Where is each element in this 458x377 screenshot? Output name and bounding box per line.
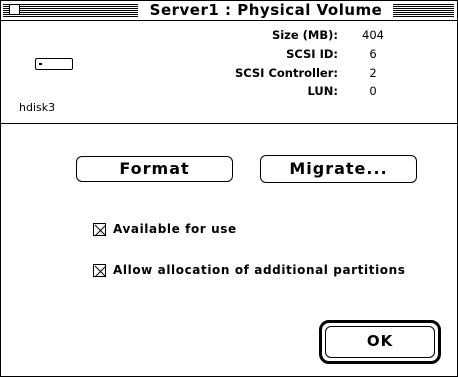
available-for-use-checkbox[interactable]	[93, 223, 107, 237]
check-x-icon	[94, 224, 107, 237]
ok-button[interactable]: OK	[325, 326, 435, 358]
title-bar-stripes-left	[3, 4, 138, 17]
close-box-icon[interactable]	[9, 4, 20, 15]
allow-allocation-label: Allow allocation of additional partition…	[113, 263, 406, 277]
available-for-use-label: Available for use	[113, 222, 237, 236]
format-button[interactable]: Format	[76, 156, 233, 182]
size-value: 404	[362, 28, 384, 42]
scsi-id-value: 6	[369, 47, 377, 61]
scsi-controller-value: 2	[369, 66, 377, 80]
check-x-icon	[94, 265, 107, 278]
disk-led	[39, 63, 42, 65]
hard-disk-icon	[35, 58, 73, 70]
window-title: Server1 : Physical Volume	[139, 2, 393, 19]
title-bar[interactable]: Server1 : Physical Volume	[1, 1, 457, 21]
migrate-button[interactable]: Migrate...	[260, 155, 417, 183]
scsi-controller-label: SCSI Controller:	[234, 66, 338, 80]
size-label: Size (MB):	[271, 28, 338, 42]
lun-label: LUN:	[307, 84, 338, 98]
physical-volume-window: Server1 : Physical Volume hdisk3 Size (M…	[0, 0, 458, 377]
title-bar-stripes-right	[393, 4, 454, 17]
disk-name: hdisk3	[19, 101, 56, 114]
allow-allocation-checkbox[interactable]	[93, 264, 107, 278]
volume-info-panel: hdisk3 Size (MB): 404 SCSI ID: 6 SCSI Co…	[1, 21, 457, 124]
scsi-id-label: SCSI ID:	[286, 47, 338, 61]
lun-value: 0	[369, 84, 377, 98]
